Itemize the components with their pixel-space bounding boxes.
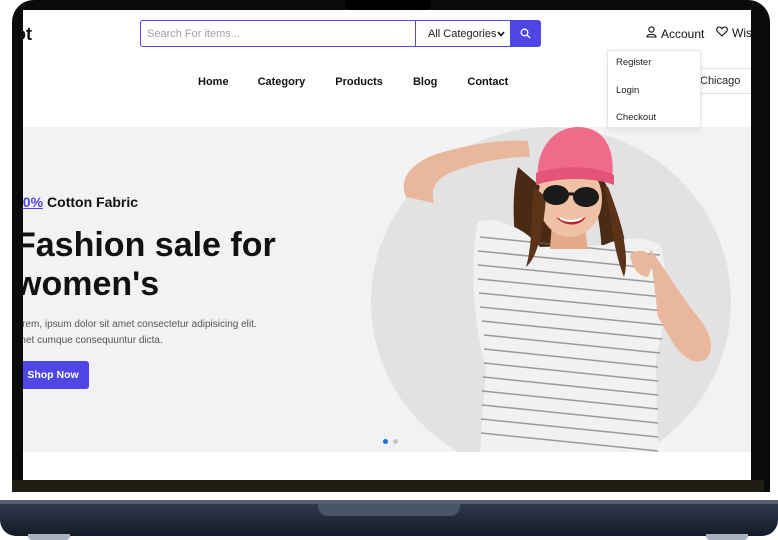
wishlist-label: Wish	[732, 26, 751, 40]
main-nav: Home Category Products Blog Contact	[198, 76, 508, 88]
hero-headline: Fashion sale for women's	[23, 226, 355, 304]
menu-item-checkout[interactable]: Checkout	[616, 112, 656, 123]
user-icon	[646, 26, 657, 41]
camera-notch	[345, 0, 431, 10]
menu-item-register[interactable]: Register	[616, 57, 651, 68]
category-select[interactable]: All Categories	[415, 20, 511, 47]
hero-model-image	[403, 127, 712, 452]
chevron-down-icon	[497, 28, 505, 40]
laptop-bottom-strip	[12, 480, 764, 492]
hero-tagline: 00%Cotton Fabric	[23, 194, 138, 210]
search-icon	[520, 24, 531, 43]
hero-headline-line2: women's	[23, 265, 160, 303]
nav-home[interactable]: Home	[198, 76, 229, 88]
search-button[interactable]	[510, 20, 541, 47]
hero-percent-link[interactable]: 00%	[23, 194, 43, 210]
carousel-dot-1[interactable]	[383, 439, 388, 444]
account-dropdown: Register Login Checkout	[607, 50, 701, 128]
account-label: Account	[661, 26, 705, 41]
hero-description: Lorem, ipsum dolor sit amet consectetur …	[23, 317, 311, 349]
category-select-label: All Categories	[428, 27, 497, 40]
hero-tagline-text: Cotton Fabric	[47, 194, 139, 210]
hero-headline-line1: Fashion sale for	[23, 226, 276, 264]
nav-products[interactable]: Products	[335, 76, 383, 88]
hero-description-line1: Lorem, ipsum dolor sit amet consectetur …	[23, 319, 257, 330]
screen: ot All Categories Account Wish Home Cate…	[23, 10, 751, 480]
nav-blog[interactable]: Blog	[413, 76, 437, 88]
laptop-foot-right	[706, 534, 748, 540]
account-button[interactable]: Account	[646, 26, 704, 41]
carousel-dot-2[interactable]	[393, 439, 398, 444]
location-select[interactable]: Chicago	[697, 68, 751, 94]
menu-item-login[interactable]: Login	[616, 85, 639, 96]
laptop-foot-left	[28, 534, 70, 540]
heart-icon	[716, 26, 728, 40]
search-input[interactable]	[140, 20, 416, 47]
nav-contact[interactable]: Contact	[467, 76, 508, 88]
hero-banner: 00%Cotton Fabric Fashion sale for women'…	[23, 127, 751, 452]
carousel-dots	[383, 439, 398, 444]
hero-description-line2: Amet cumque consequuntur dicta.	[23, 335, 163, 346]
brand-logo[interactable]: ot	[23, 24, 32, 45]
nav-category[interactable]: Category	[258, 76, 306, 88]
laptop-hinge	[318, 504, 460, 516]
wishlist-button[interactable]: Wish	[716, 26, 751, 40]
shop-now-button[interactable]: Shop Now	[23, 361, 89, 389]
